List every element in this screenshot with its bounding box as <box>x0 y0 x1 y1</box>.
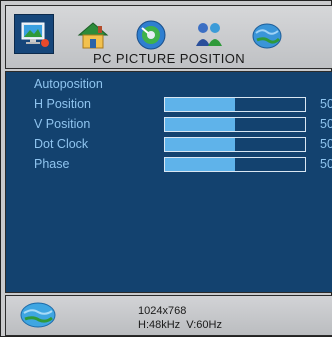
globe-icon <box>252 23 282 49</box>
header-bar: PC PICTURE POSITION <box>5 5 332 69</box>
home-menu-tab[interactable] <box>72 14 112 54</box>
globe-menu-tab[interactable] <box>246 14 286 54</box>
slider-value: 50 <box>320 137 332 151</box>
slider-value: 50 <box>320 97 332 111</box>
frequency-text: H:48kHz V:60Hz <box>138 319 222 331</box>
disc-icon <box>136 20 166 50</box>
people-icon <box>196 23 222 46</box>
page-title: PC PICTURE POSITION <box>92 51 246 66</box>
phase-slider[interactable] <box>164 157 306 172</box>
menu-item-dot-clock[interactable]: Dot Clock 50 <box>34 135 332 153</box>
osd-window: PC PICTURE POSITION Autoposition H Posit… <box>0 0 332 337</box>
settings-panel: Autoposition H Position 50 V Position 50… <box>5 71 332 293</box>
resolution-text: 1024x768 <box>138 305 187 317</box>
menu-item-label: V Position <box>34 117 91 131</box>
slider-fill <box>165 158 235 171</box>
slider-fill <box>165 138 235 151</box>
menu-item-v-position[interactable]: V Position 50 <box>34 115 332 133</box>
slider-value: 50 <box>320 117 332 131</box>
pc-picture-icon <box>21 22 49 47</box>
v-position-slider[interactable] <box>164 117 306 132</box>
dot-clock-slider[interactable] <box>164 137 306 152</box>
menu-item-phase[interactable]: Phase 50 <box>34 155 332 173</box>
menu-item-label: Dot Clock <box>34 137 89 151</box>
menu-item-label: Phase <box>34 157 70 171</box>
slider-fill <box>165 98 235 111</box>
status-bar: 1024x768 H:48kHz V:60Hz <box>5 295 332 336</box>
globe-icon <box>20 302 56 328</box>
menu-item-h-position[interactable]: H Position 50 <box>34 95 332 113</box>
pc-picture-menu-tab[interactable] <box>14 14 54 54</box>
menu-item-autoposition[interactable]: Autoposition <box>34 75 332 93</box>
h-position-slider[interactable] <box>164 97 306 112</box>
people-menu-tab[interactable] <box>188 14 228 54</box>
slider-fill <box>165 118 235 131</box>
disc-menu-tab[interactable] <box>130 14 170 54</box>
home-icon <box>77 22 109 49</box>
menu-item-label: H Position <box>34 97 91 111</box>
slider-value: 50 <box>320 157 332 171</box>
menu-item-label: Autoposition <box>34 77 103 91</box>
